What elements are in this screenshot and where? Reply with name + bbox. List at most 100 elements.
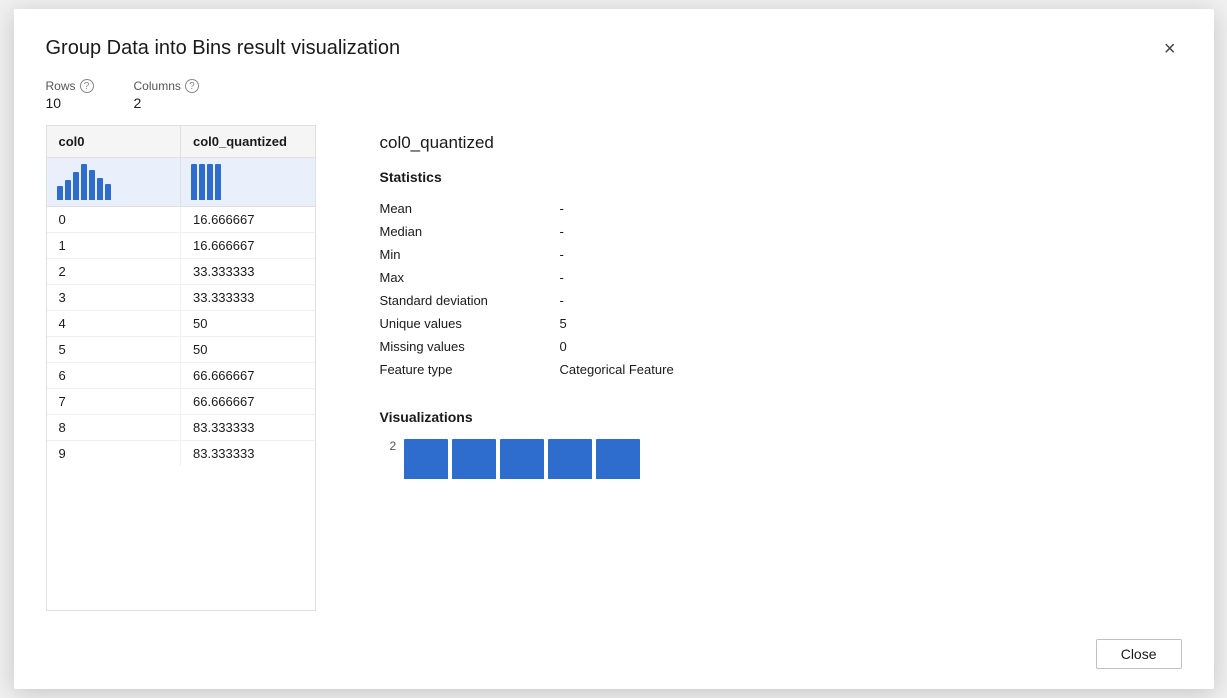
col0-quantized-header: col0_quantized — [181, 126, 315, 157]
chart-bar-4 — [548, 439, 592, 479]
spark-bar — [207, 164, 213, 200]
cols-meta: Columns ? 2 — [134, 79, 199, 111]
table-header: col0 col0_quantized — [47, 126, 315, 158]
stat-value: 5 — [560, 312, 1162, 335]
stat-label: Unique values — [380, 312, 560, 335]
stat-value: Categorical Feature — [560, 358, 1162, 381]
table-cell: 83.333333 — [181, 415, 315, 440]
statistics-section-title: Statistics — [380, 169, 1162, 185]
stat-value: - — [560, 289, 1162, 312]
sparkline-row — [47, 158, 315, 207]
data-table-panel: col0 col0_quantized — [46, 125, 316, 611]
stat-row: Mean- — [380, 197, 1162, 220]
stat-label: Missing values — [380, 335, 560, 358]
stat-label: Max — [380, 266, 560, 289]
stat-label: Feature type — [380, 358, 560, 381]
table-cell: 3 — [47, 285, 182, 310]
right-panel-wrapper: col0_quantized Statistics Mean-Median-Mi… — [348, 125, 1182, 611]
spark-bar — [73, 172, 79, 200]
rows-meta: Rows ? 10 — [46, 79, 94, 111]
table-cell: 6 — [47, 363, 182, 388]
spark-bar — [199, 164, 205, 200]
table-row: 766.666667 — [47, 389, 315, 415]
table-cell: 50 — [181, 311, 315, 336]
spacer — [316, 125, 348, 611]
table-row: 333.333333 — [47, 285, 315, 311]
col0-header: col0 — [47, 126, 182, 157]
stat-row: Min- — [380, 243, 1162, 266]
spark-bar — [215, 164, 221, 200]
sparkline-col0 — [47, 158, 182, 206]
spark-bar — [97, 178, 103, 200]
stat-label: Median — [380, 220, 560, 243]
stat-value: - — [560, 197, 1162, 220]
chart-bar-5 — [596, 439, 640, 479]
table-cell: 16.666667 — [181, 233, 315, 258]
table-cell: 5 — [47, 337, 182, 362]
col-quantized-title: col0_quantized — [380, 133, 1162, 153]
chart-bar-1 — [404, 439, 448, 479]
table-cell: 7 — [47, 389, 182, 414]
visualizations-section-title: Visualizations — [380, 409, 1162, 425]
spark-bar — [105, 184, 111, 200]
sparkline-col0-quantized — [181, 158, 315, 206]
spark-bar — [57, 186, 63, 200]
meta-row: Rows ? 10 Columns ? 2 — [46, 79, 1182, 111]
table-cell: 66.666667 — [181, 363, 315, 388]
spark-bar — [81, 164, 87, 200]
statistics-table: Mean-Median-Min-Max-Standard deviation-U… — [380, 197, 1162, 381]
dialog-close-button[interactable]: × — [1158, 37, 1182, 61]
table-cell: 1 — [47, 233, 182, 258]
dialog-header: Group Data into Bins result visualizatio… — [46, 37, 1182, 61]
stat-row: Standard deviation- — [380, 289, 1162, 312]
table-cell: 0 — [47, 207, 182, 232]
stat-row: Missing values0 — [380, 335, 1162, 358]
table-row: 450 — [47, 311, 315, 337]
table-row: 550 — [47, 337, 315, 363]
cols-value: 2 — [134, 95, 199, 111]
bar-chart: 2 — [380, 439, 1162, 479]
table-cell: 4 — [47, 311, 182, 336]
table-row: 016.666667 — [47, 207, 315, 233]
rows-value: 10 — [46, 95, 94, 111]
table-row: 883.333333 — [47, 415, 315, 441]
stat-value: - — [560, 266, 1162, 289]
stat-row: Median- — [380, 220, 1162, 243]
main-dialog: Group Data into Bins result visualizatio… — [14, 9, 1214, 689]
stat-row: Feature typeCategorical Feature — [380, 358, 1162, 381]
table-row: 983.333333 — [47, 441, 315, 466]
dialog-title: Group Data into Bins result visualizatio… — [46, 37, 401, 60]
table-cell: 8 — [47, 415, 182, 440]
dialog-footer: Close — [46, 629, 1182, 669]
table-body: 016.666667116.666667233.333333333.333333… — [47, 207, 315, 466]
rows-help-icon[interactable]: ? — [80, 79, 94, 93]
stat-value: 0 — [560, 335, 1162, 358]
chart-bar-3 — [500, 439, 544, 479]
close-button[interactable]: Close — [1096, 639, 1182, 669]
table-cell: 50 — [181, 337, 315, 362]
table-cell: 16.666667 — [181, 207, 315, 232]
cols-help-icon[interactable]: ? — [185, 79, 199, 93]
stats-panel[interactable]: col0_quantized Statistics Mean-Median-Mi… — [348, 125, 1182, 611]
rows-label: Rows — [46, 79, 76, 93]
stat-row: Unique values5 — [380, 312, 1162, 335]
spark-bar — [89, 170, 95, 200]
stat-label: Standard deviation — [380, 289, 560, 312]
stat-value: - — [560, 243, 1162, 266]
stat-label: Min — [380, 243, 560, 266]
stat-value: - — [560, 220, 1162, 243]
sparkline-bars-quantized — [191, 164, 221, 200]
table-row: 116.666667 — [47, 233, 315, 259]
table-row: 233.333333 — [47, 259, 315, 285]
spark-bar — [65, 180, 71, 200]
table-row: 666.666667 — [47, 363, 315, 389]
table-cell: 33.333333 — [181, 259, 315, 284]
table-cell: 2 — [47, 259, 182, 284]
stat-label: Mean — [380, 197, 560, 220]
stat-row: Max- — [380, 266, 1162, 289]
chart-bar-2 — [452, 439, 496, 479]
cols-label: Columns — [134, 79, 181, 93]
table-cell: 66.666667 — [181, 389, 315, 414]
sparkline-bars-col0 — [57, 164, 111, 200]
table-cell: 83.333333 — [181, 441, 315, 466]
